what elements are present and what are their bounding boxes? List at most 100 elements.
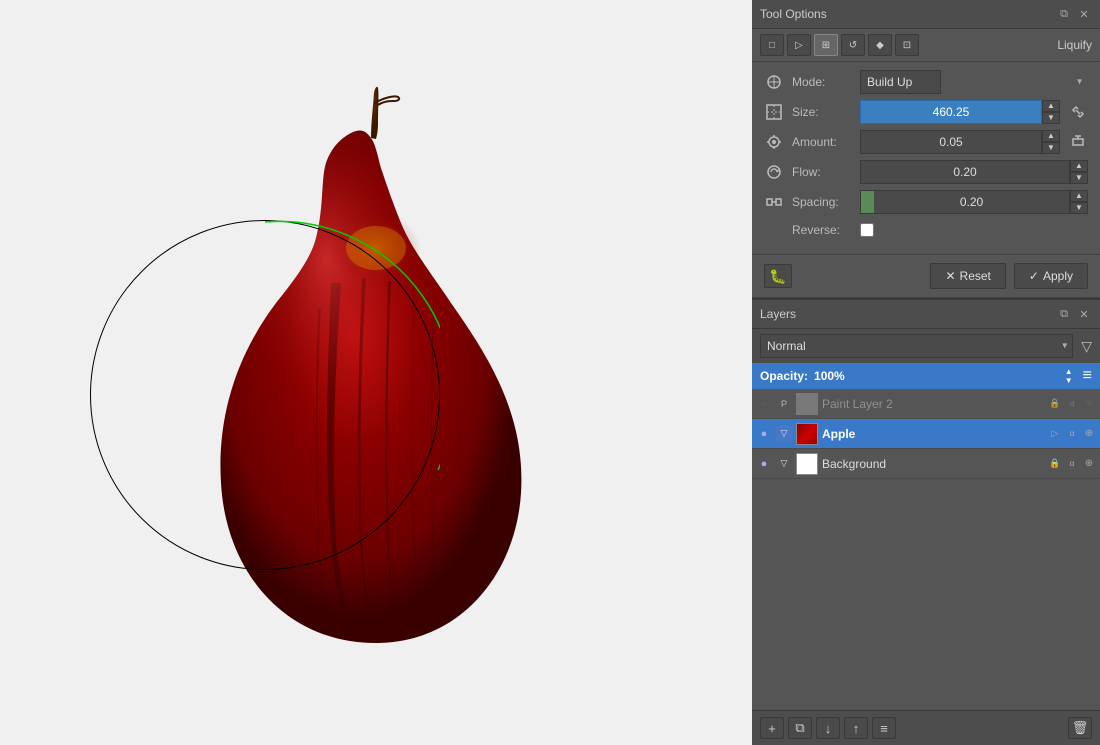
layers-close-btn[interactable]: ✕	[1076, 306, 1092, 322]
size-spinner: ▲ ▼	[1042, 100, 1060, 124]
layer-item-paint2[interactable]: ○ P Paint Layer 2 🔒 α ⊕	[752, 389, 1100, 419]
reverse-checkbox[interactable]	[860, 223, 874, 237]
layer-lock-background[interactable]: 🔒	[1048, 457, 1062, 471]
layer-icons-paint2: 🔒 α ⊕	[1048, 397, 1096, 411]
spacing-bar-indicator	[860, 190, 874, 214]
right-panel: Tool Options ⧉ ✕ □ ▷ ⊞ ↺ ◆ ⊡ Liquify	[752, 0, 1100, 745]
layers-filter-icon[interactable]: ▽	[1081, 338, 1092, 355]
layer-alpha-background[interactable]: α	[1065, 457, 1079, 471]
canvas-area[interactable]	[0, 0, 752, 745]
mode-row: Mode: Build Up Push Grow/Shrink Rotate O…	[764, 70, 1088, 94]
move-up-btn[interactable]: ↑	[844, 717, 868, 739]
tool-options-maximize-btn[interactable]: ⧉	[1056, 6, 1072, 22]
layers-mode-bar: Normal Multiply Screen Overlay Darken Li…	[752, 329, 1100, 363]
amount-row: Amount: ▲ ▼	[764, 130, 1088, 154]
layer-thumb-background	[796, 453, 818, 475]
amount-link-icon[interactable]	[1068, 132, 1088, 152]
reverse-icon-placeholder	[764, 220, 784, 240]
flow-up-btn[interactable]: ▲	[1070, 160, 1088, 172]
mode-icon	[764, 72, 784, 92]
opacity-menu-icon[interactable]: ≡	[1083, 367, 1092, 385]
spacing-up-btn[interactable]: ▲	[1070, 190, 1088, 202]
layers-list: ○ P Paint Layer 2 🔒 α ⊕ ● ▽ Apple	[752, 389, 1100, 710]
opacity-label: Opacity:	[760, 369, 808, 383]
size-up-btn[interactable]: ▲	[1042, 100, 1060, 112]
flow-spinner: ▲ ▼	[1070, 160, 1088, 184]
tool-mode-grid[interactable]: ⊞	[814, 34, 838, 56]
move-down-btn[interactable]: ↓	[816, 717, 840, 739]
opacity-up-arrow[interactable]: ▲	[1065, 368, 1073, 376]
bug-btn[interactable]: 🐛	[764, 264, 792, 288]
tool-bottom-bar: 🐛 ✕ Reset ✓ Apply	[752, 254, 1100, 297]
tool-options-panel: Tool Options ⧉ ✕ □ ▷ ⊞ ↺ ◆ ⊡ Liquify	[752, 0, 1100, 298]
spacing-input-wrap: ▲ ▼	[860, 190, 1088, 214]
layers-header-icons: ⧉ ✕	[1056, 306, 1092, 322]
layer-name-apple: Apple	[822, 427, 1044, 441]
layer-name-background: Background	[822, 457, 1044, 471]
flow-input[interactable]	[860, 160, 1070, 184]
layer-inherit-background[interactable]: ⊕	[1082, 457, 1096, 471]
size-icon	[764, 102, 784, 122]
layers-maximize-btn[interactable]: ⧉	[1056, 306, 1072, 322]
mode-select-wrap: Build Up Push Grow/Shrink Rotate Offset …	[860, 70, 1088, 94]
tool-options-close-btn[interactable]: ✕	[1076, 6, 1092, 22]
amount-icon	[764, 132, 784, 152]
spacing-down-btn[interactable]: ▼	[1070, 202, 1088, 214]
layer-visibility-apple[interactable]: ●	[756, 426, 772, 442]
opacity-bar: Opacity: 100% ▲ ▼ ≡	[752, 363, 1100, 389]
apply-btn[interactable]: ✓ Apply	[1014, 263, 1088, 289]
layer-alpha-apple[interactable]: α	[1065, 427, 1079, 441]
mode-select[interactable]: Build Up Push Grow/Shrink Rotate Offset …	[860, 70, 941, 94]
reset-label: Reset	[960, 269, 991, 283]
layer-thumb-paint2	[796, 393, 818, 415]
tool-mode-smudge[interactable]: ◆	[868, 34, 892, 56]
layer-type-apple: ▽	[776, 426, 792, 442]
tool-options-title: Tool Options	[760, 7, 827, 21]
opacity-down-arrow[interactable]: ▼	[1065, 377, 1073, 385]
layer-inherit-paint2[interactable]: ⊕	[1082, 397, 1096, 411]
layer-type-paint2: P	[776, 396, 792, 412]
reset-x-icon: ✕	[945, 269, 955, 283]
amount-label: Amount:	[792, 135, 852, 149]
reverse-row: Reverse:	[764, 220, 1088, 240]
size-down-btn[interactable]: ▼	[1042, 112, 1060, 124]
opacity-value: 100%	[814, 369, 845, 383]
size-input[interactable]	[860, 100, 1042, 124]
tool-mode-warp[interactable]: ▷	[787, 34, 811, 56]
layer-expand-apple[interactable]: ▷	[1048, 427, 1062, 441]
layer-item-apple[interactable]: ● ▽ Apple ▷ α ⊕	[752, 419, 1100, 449]
size-link-icon[interactable]	[1068, 102, 1088, 122]
spacing-spinner: ▲ ▼	[1070, 190, 1088, 214]
layer-inherit-apple[interactable]: ⊕	[1082, 427, 1096, 441]
duplicate-layer-btn[interactable]: ⧉	[788, 717, 812, 739]
add-layer-btn[interactable]: +	[760, 717, 784, 739]
reset-btn[interactable]: ✕ Reset	[930, 263, 1005, 289]
layer-properties-btn[interactable]: ≡	[872, 717, 896, 739]
tool-mode-select[interactable]: ⊡	[895, 34, 919, 56]
spacing-input[interactable]	[874, 190, 1070, 214]
layer-visibility-paint2[interactable]: ○	[756, 396, 772, 412]
blend-mode-wrap: Normal Multiply Screen Overlay Darken Li…	[760, 334, 1073, 358]
apply-label: Apply	[1043, 269, 1073, 283]
canvas-content	[0, 0, 752, 745]
size-input-wrap: ▲ ▼	[860, 100, 1060, 124]
layer-item-background[interactable]: ● ▽ Background 🔒 α ⊕	[752, 449, 1100, 479]
flow-down-btn[interactable]: ▼	[1070, 172, 1088, 184]
layer-visibility-background[interactable]: ●	[756, 456, 772, 472]
tool-mode-transform[interactable]: □	[760, 34, 784, 56]
liquify-label: Liquify	[1057, 38, 1092, 52]
tool-options-header-icons: ⧉ ✕	[1056, 6, 1092, 22]
delete-layer-btn[interactable]: 🗑	[1068, 717, 1092, 739]
layers-title: Layers	[760, 307, 796, 321]
amount-down-btn[interactable]: ▼	[1042, 142, 1060, 154]
layers-panel: Layers ⧉ ✕ Normal Multiply Screen Overla…	[752, 298, 1100, 745]
amount-input[interactable]	[860, 130, 1042, 154]
blend-mode-select[interactable]: Normal Multiply Screen Overlay Darken Li…	[760, 334, 1073, 358]
layer-lock-paint2[interactable]: 🔒	[1048, 397, 1062, 411]
layer-alpha-paint2[interactable]: α	[1065, 397, 1079, 411]
amount-up-btn[interactable]: ▲	[1042, 130, 1060, 142]
spacing-icon	[764, 192, 784, 212]
layers-bottom-bar: + ⧉ ↓ ↑ ≡ 🗑	[752, 710, 1100, 745]
spacing-label: Spacing:	[792, 195, 852, 209]
tool-mode-rotate[interactable]: ↺	[841, 34, 865, 56]
